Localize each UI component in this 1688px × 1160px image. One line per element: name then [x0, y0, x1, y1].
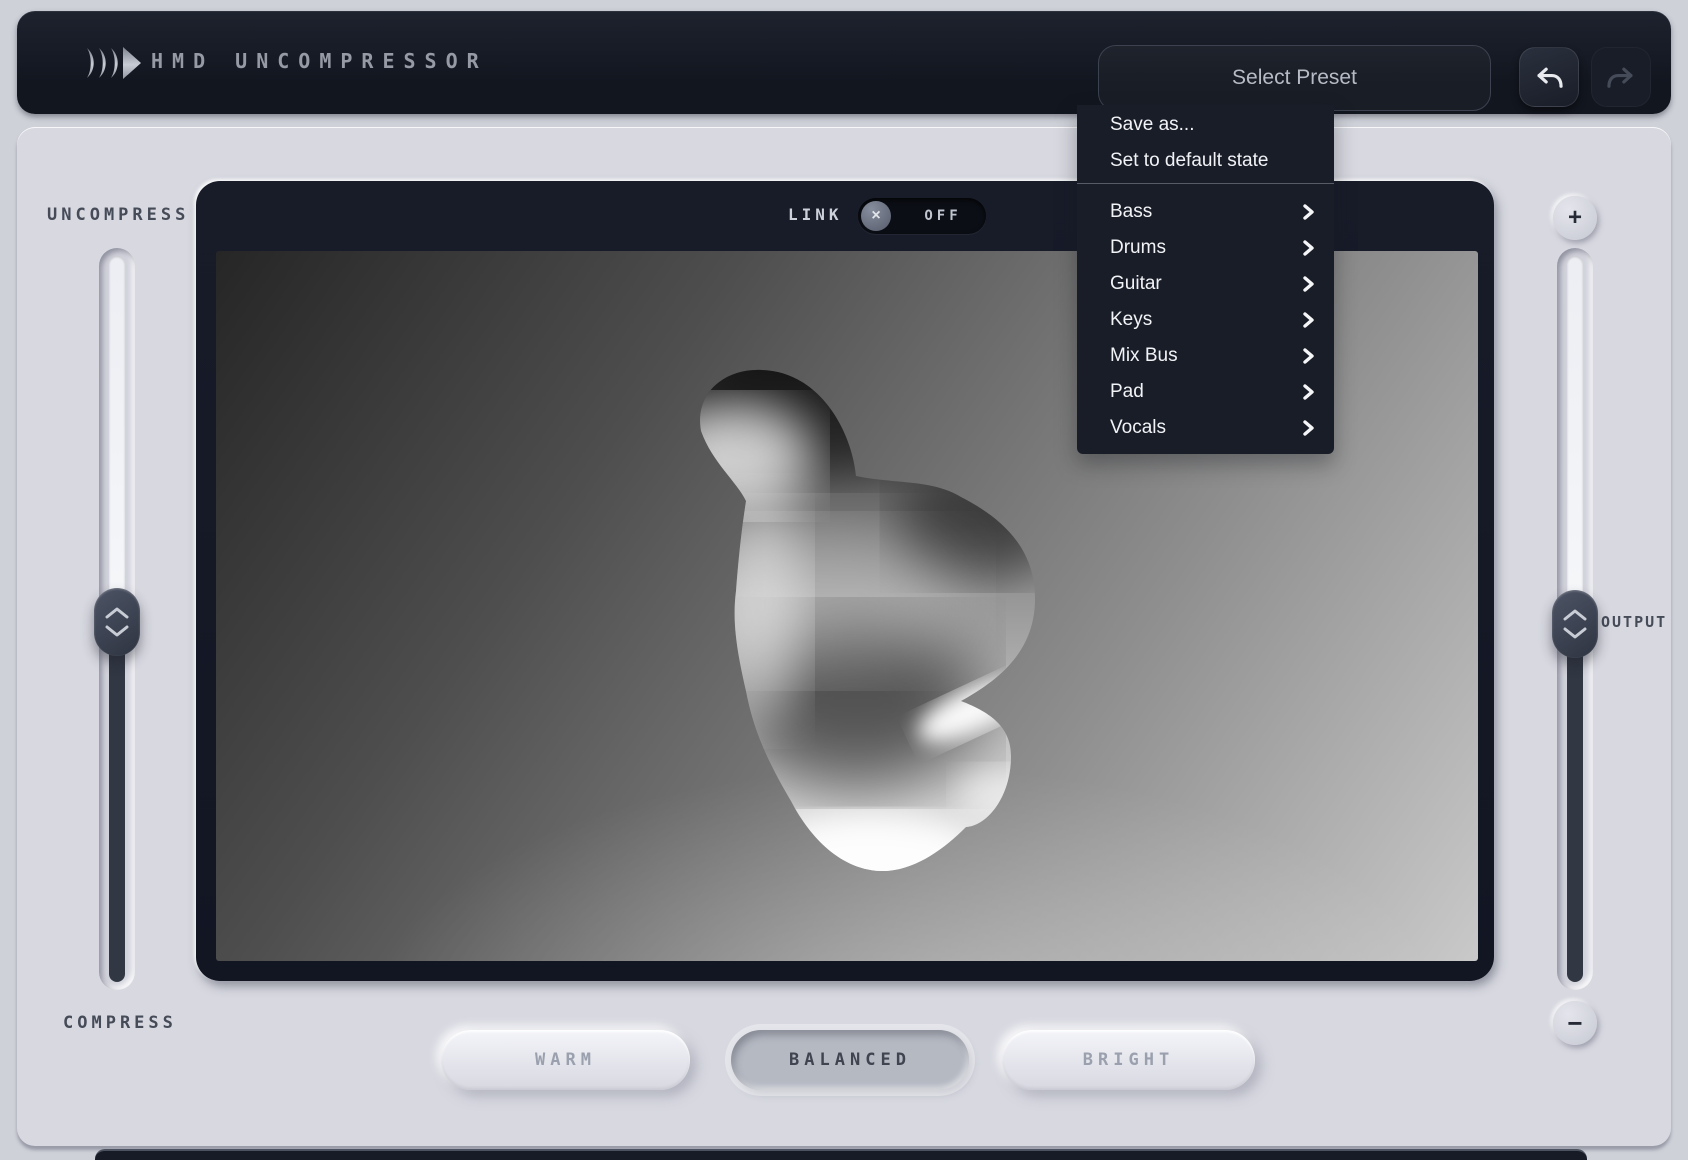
output-slider-fill — [1567, 624, 1583, 982]
chevron-right-icon — [1300, 240, 1316, 256]
app-title: HMD UNCOMPRESSOR — [151, 49, 488, 73]
background-window-edge — [95, 1149, 1587, 1160]
link-label: LINK — [788, 205, 843, 224]
menu-item-vocals[interactable]: Vocals — [1077, 410, 1334, 446]
tone-button-balanced[interactable]: BALANCED — [731, 1030, 969, 1090]
tone-button-bright[interactable]: BRIGHT — [1002, 1030, 1255, 1090]
menu-item-label: Bass — [1110, 201, 1152, 222]
chevron-down-icon — [1562, 626, 1588, 640]
menu-item-save-as[interactable]: Save as... — [1077, 107, 1334, 143]
tone-button-label: WARM — [535, 1050, 596, 1070]
menu-item-label: Drums — [1110, 237, 1166, 258]
menu-item-label: Vocals — [1110, 417, 1166, 438]
compress-label: COMPRESS — [63, 1013, 177, 1033]
menu-item-label: Guitar — [1110, 273, 1162, 294]
undo-button[interactable] — [1519, 47, 1579, 107]
uncompress-slider-fill — [109, 622, 125, 982]
menu-item-label: Keys — [1110, 309, 1152, 330]
chevron-up-icon — [104, 606, 130, 620]
chevron-up-icon — [1562, 608, 1588, 622]
plus-icon: + — [1568, 206, 1582, 230]
link-state-label: OFF — [908, 198, 978, 234]
select-preset-label: Select Preset — [1232, 66, 1357, 90]
chevron-down-icon — [104, 624, 130, 638]
x-icon: × — [871, 207, 880, 225]
menu-item-label: Pad — [1110, 381, 1144, 402]
output-increase-button[interactable]: + — [1553, 196, 1597, 240]
chevron-right-icon — [1300, 204, 1316, 220]
redo-button[interactable] — [1591, 47, 1651, 107]
tone-button-label: BALANCED — [789, 1050, 911, 1070]
tone-button-warm[interactable]: WARM — [441, 1030, 690, 1090]
undo-icon — [1532, 60, 1566, 94]
output-label: OUTPUT — [1601, 613, 1667, 631]
menu-item-pad[interactable]: Pad — [1077, 374, 1334, 410]
output-decrease-button[interactable]: − — [1553, 1001, 1597, 1045]
menu-item-keys[interactable]: Keys — [1077, 302, 1334, 338]
chevron-right-icon — [1300, 348, 1316, 364]
top-bar: HMD UNCOMPRESSOR Select Preset — [17, 11, 1671, 114]
chevron-right-icon — [1300, 420, 1316, 436]
select-preset-button[interactable]: Select Preset — [1098, 45, 1491, 111]
link-toggle[interactable]: × OFF — [858, 198, 986, 234]
uncompress-slider-thumb[interactable] — [94, 588, 140, 656]
menu-item-label: Save as... — [1110, 114, 1195, 135]
output-slider-thumb[interactable] — [1552, 590, 1598, 658]
tone-button-label: BRIGHT — [1083, 1050, 1174, 1070]
chevron-right-icon — [1300, 312, 1316, 328]
chevron-right-icon — [1300, 384, 1316, 400]
uncompress-label: UNCOMPRESS — [47, 205, 189, 225]
hmd-logo-icon — [83, 45, 157, 81]
menu-item-label: Mix Bus — [1110, 345, 1178, 366]
minus-icon: − — [1567, 1010, 1582, 1036]
menu-item-bass[interactable]: Bass — [1077, 194, 1334, 230]
menu-item-label: Set to default state — [1110, 150, 1268, 171]
plugin-window: HMD UNCOMPRESSOR Select Preset Save as..… — [0, 0, 1688, 1160]
menu-item-mix-bus[interactable]: Mix Bus — [1077, 338, 1334, 374]
link-toggle-knob: × — [861, 201, 891, 231]
redo-icon — [1604, 60, 1638, 94]
menu-item-set-default[interactable]: Set to default state — [1077, 143, 1334, 179]
preset-menu: Save as... Set to default state Bass Dru… — [1077, 105, 1334, 454]
menu-divider — [1077, 183, 1334, 184]
chevron-right-icon — [1300, 276, 1316, 292]
menu-item-guitar[interactable]: Guitar — [1077, 266, 1334, 302]
menu-item-drums[interactable]: Drums — [1077, 230, 1334, 266]
